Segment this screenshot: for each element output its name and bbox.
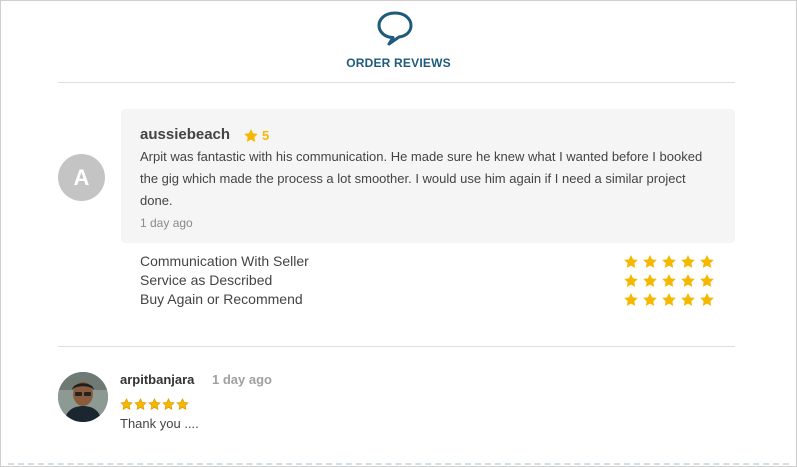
star-icon	[176, 398, 189, 410]
star-icon	[244, 129, 258, 142]
star-icon	[681, 274, 695, 287]
star-icon	[700, 255, 714, 268]
star-icon	[134, 398, 147, 410]
star-icon	[643, 255, 657, 268]
review-text: Arpit was fantastic with his communicati…	[140, 149, 703, 208]
criteria-stars-recommend	[623, 292, 718, 308]
star-icon	[643, 274, 657, 287]
seller-photo	[58, 372, 108, 422]
seller-name-link[interactable]: arpitbanjara	[120, 372, 194, 387]
star-icon	[700, 274, 714, 287]
chat-bubble-icon	[377, 11, 413, 46]
star-icon	[662, 255, 676, 268]
criteria-label-service: Service as Described	[140, 272, 273, 288]
review-card: aussiebeach 5 Arpit was fantastic with h…	[121, 109, 735, 243]
star-icon	[148, 398, 161, 410]
header-divider	[58, 82, 735, 83]
star-icon	[162, 398, 175, 410]
reply-stars	[120, 398, 189, 411]
section-title: ORDER REVIEWS	[346, 56, 451, 70]
bottom-dashed-divider	[8, 463, 789, 465]
review-timestamp: 1 day ago	[140, 216, 193, 230]
star-icon	[624, 255, 638, 268]
criteria-label-recommend: Buy Again or Recommend	[140, 291, 303, 307]
criteria-label-communication: Communication With Seller	[140, 253, 309, 269]
star-icon	[624, 274, 638, 287]
star-icon	[662, 293, 676, 306]
reply-text: Thank you ....	[120, 416, 199, 431]
star-icon	[120, 398, 133, 410]
rating-value: 5	[262, 128, 270, 143]
criteria-stars-communication	[623, 254, 718, 270]
star-icon	[700, 293, 714, 306]
seller-avatar[interactable]	[58, 372, 108, 422]
reply-timestamp: 1 day ago	[212, 372, 272, 387]
criteria-stars-service	[623, 273, 718, 289]
star-icon	[681, 255, 695, 268]
star-icon	[662, 274, 676, 287]
reply-divider	[58, 346, 735, 347]
star-icon	[681, 293, 695, 306]
star-icon	[643, 293, 657, 306]
reviewer-name-link[interactable]: aussiebeach	[140, 126, 230, 143]
star-icon	[624, 293, 638, 306]
reviewer-avatar[interactable]: A	[58, 154, 105, 201]
